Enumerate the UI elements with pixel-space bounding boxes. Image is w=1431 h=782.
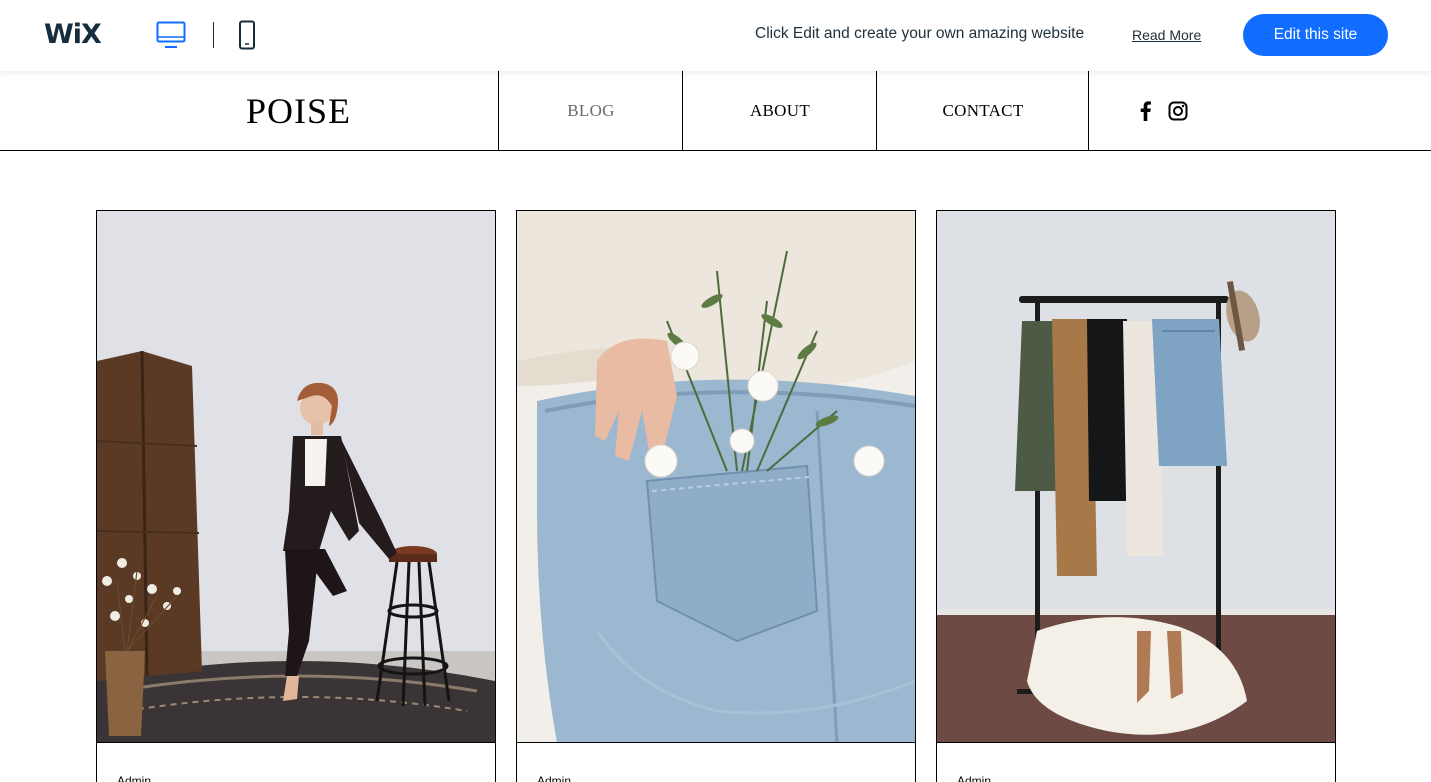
read-more-link[interactable]: Read More [1132,27,1201,43]
post-image-clothing-rack[interactable] [937,211,1335,743]
site-logo[interactable]: POISE [246,90,351,132]
site-header: POISE BLOG ABOUT CONTACT [0,71,1431,151]
nav-item-blog[interactable]: BLOG [498,71,683,151]
blog-post-card[interactable]: Admin [96,210,496,782]
instagram-icon[interactable] [1167,100,1189,122]
wix-banner: WiX Click Edit and create your own amazi… [0,0,1431,71]
nav-item-contact[interactable]: CONTACT [876,71,1089,151]
desktop-view-icon[interactable] [156,21,186,49]
wix-promo-message: Click Edit and create your own amazing w… [755,25,1085,42]
facebook-icon[interactable] [1135,100,1157,122]
post-author[interactable]: Admin [117,774,151,782]
nav-item-about[interactable]: ABOUT [682,71,877,151]
device-separator [213,22,214,48]
wix-logo[interactable]: WiX [44,19,102,50]
post-author[interactable]: Admin [537,774,571,782]
post-author[interactable]: Admin [957,774,991,782]
mobile-view-icon[interactable] [237,20,257,50]
edit-this-site-button[interactable]: Edit this site [1243,14,1388,56]
blog-post-card[interactable]: Admin [936,210,1336,782]
post-image-woman-in-suit[interactable] [97,211,495,743]
blog-post-card[interactable]: Admin [516,210,916,782]
social-bar [1088,71,1208,151]
post-image-jeans-flowers[interactable] [517,211,915,743]
